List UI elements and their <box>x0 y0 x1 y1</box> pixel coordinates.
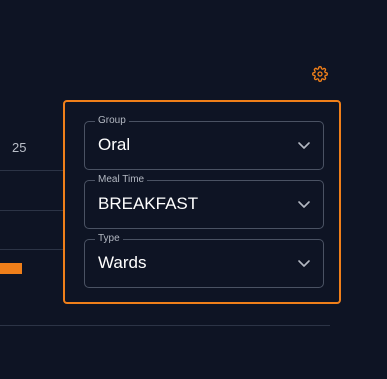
table-divider <box>0 210 63 211</box>
group-select[interactable]: Group Oral <box>84 115 324 170</box>
meal-time-select-label: Meal Time <box>95 174 148 186</box>
group-select-value: Oral <box>98 135 131 154</box>
filter-panel: Group Oral Meal Time BREAKFAST Type Ward… <box>63 100 341 304</box>
chevron-down-icon <box>298 260 310 267</box>
type-select-value: Wards <box>98 253 147 272</box>
table-divider <box>0 170 63 171</box>
meal-time-select[interactable]: Meal Time BREAKFAST <box>84 174 324 229</box>
meal-time-select-value: BREAKFAST <box>98 194 199 213</box>
table-cell-value: 25 <box>12 140 27 155</box>
chevron-down-icon <box>298 142 310 149</box>
group-select-label: Group <box>95 115 129 127</box>
table-divider <box>0 325 330 326</box>
type-select-label: Type <box>95 233 123 245</box>
type-select[interactable]: Type Wards <box>84 233 324 288</box>
table-bar-mark <box>0 263 22 274</box>
gear-icon <box>312 66 328 82</box>
chevron-down-icon <box>298 201 310 208</box>
table-divider <box>0 249 63 250</box>
settings-button[interactable] <box>310 64 330 84</box>
